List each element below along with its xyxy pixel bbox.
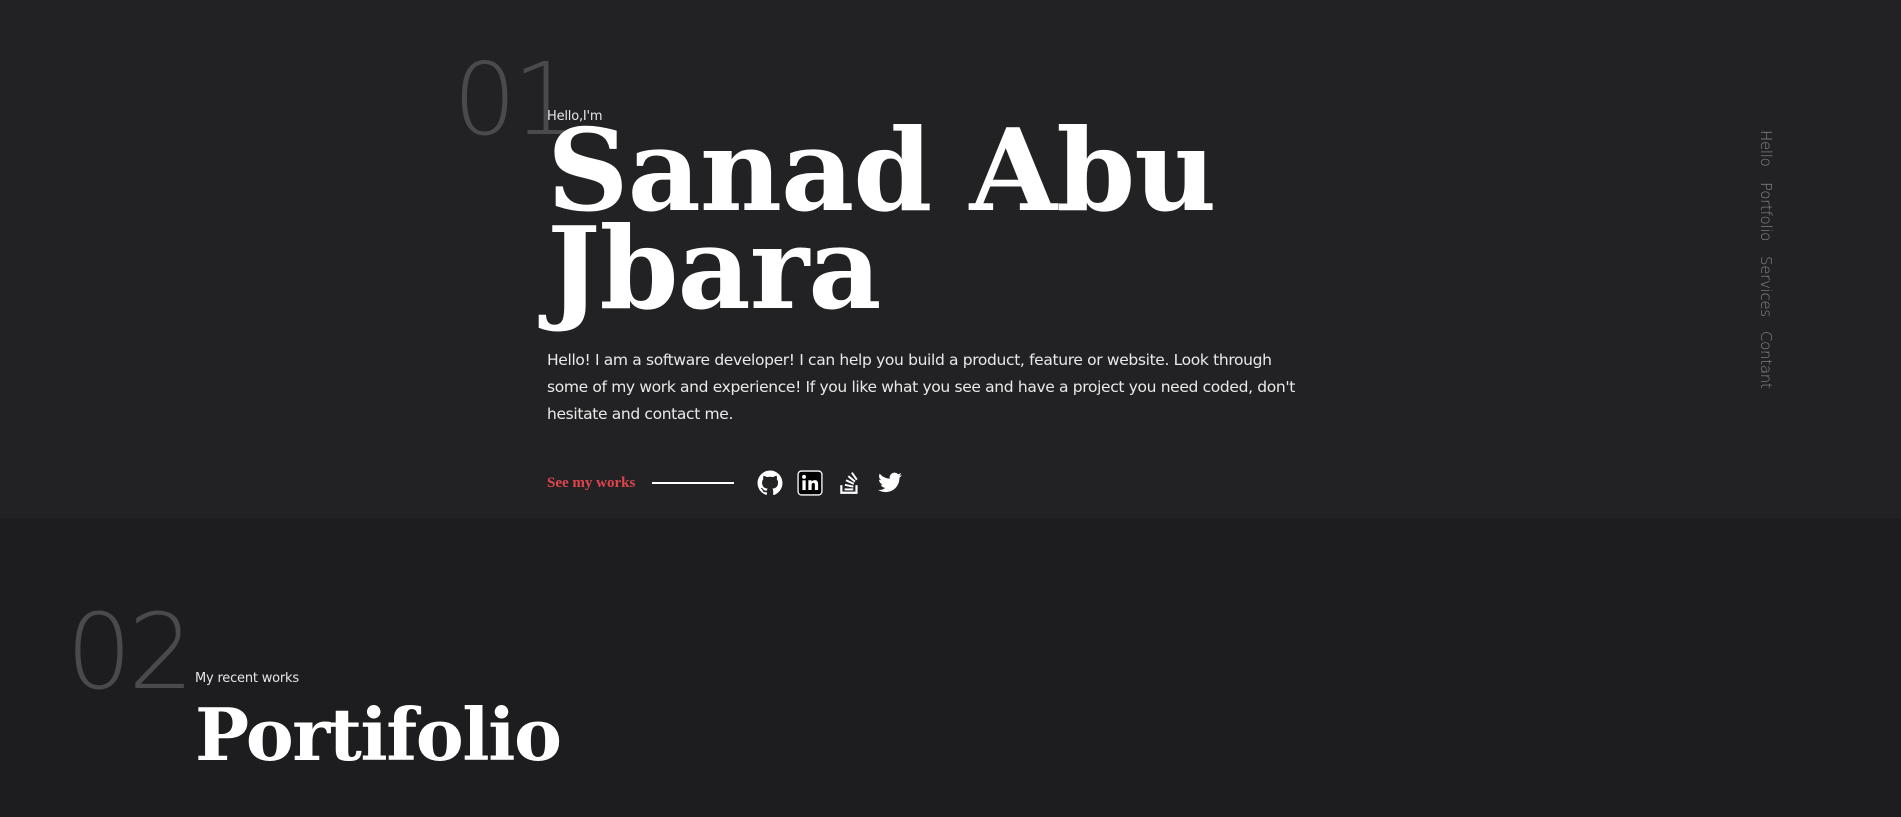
- portfolio-title: Portifolio: [195, 692, 562, 777]
- hero-section: 01 Hello,I'm Sanad Abu Jbara Hello! I am…: [0, 0, 1901, 518]
- twitter-link[interactable]: [877, 470, 903, 496]
- portfolio-eyebrow: My recent works: [195, 671, 299, 686]
- linkedin-icon: [797, 470, 823, 496]
- nav-item-portfolio[interactable]: Portfolio: [1757, 182, 1775, 241]
- stackoverflow-link[interactable]: [837, 470, 863, 496]
- portfolio-section: 02 My recent works Portifolio: [0, 518, 1901, 817]
- side-navigation: Hello Portfolio Services Contant: [1757, 130, 1775, 404]
- hero-name: Sanad Abu Jbara: [547, 104, 1216, 335]
- see-my-works-label: See my works: [547, 474, 636, 491]
- stackoverflow-icon: [840, 472, 858, 494]
- see-my-works-link[interactable]: See my works: [547, 474, 735, 492]
- linkedin-link[interactable]: [797, 470, 823, 496]
- nav-item-services[interactable]: Services: [1757, 256, 1775, 317]
- nav-item-hello[interactable]: Hello: [1757, 130, 1775, 167]
- cta-line-divider: [652, 482, 735, 484]
- cta-row: See my works: [547, 468, 917, 498]
- twitter-icon: [878, 472, 903, 493]
- hero-intro: Hello! I am a software developer! I can …: [547, 351, 1295, 423]
- section-number: 02: [66, 591, 194, 713]
- github-icon: [757, 470, 783, 496]
- nav-item-contact[interactable]: Contant: [1757, 331, 1775, 389]
- github-link[interactable]: [757, 470, 783, 496]
- social-links: [757, 470, 917, 496]
